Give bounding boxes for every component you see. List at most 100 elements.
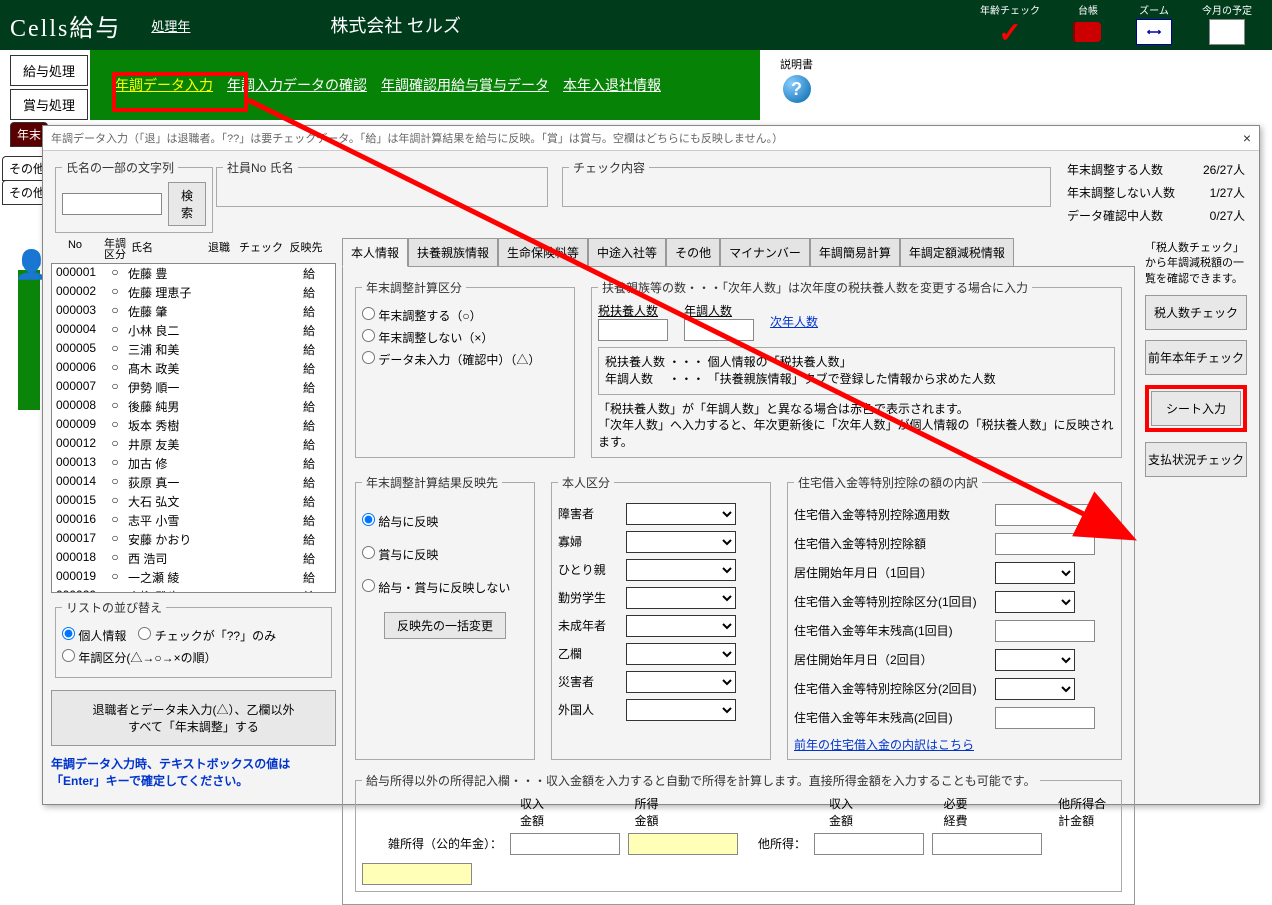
tab-strip: 本人情報扶養親族情報生命保険料等中途入社等その他マイナンバー年調簡易計算年調定額… bbox=[342, 237, 1135, 266]
self-kbn-select-3[interactable] bbox=[626, 587, 736, 609]
zoom-button[interactable]: ズーム ⟷ bbox=[1136, 2, 1172, 45]
housing-balance2-input[interactable] bbox=[995, 707, 1095, 729]
schedule-button[interactable]: 今月の予定 bbox=[1202, 2, 1252, 45]
list-item[interactable]: 000013○加古 修給 bbox=[52, 454, 335, 473]
counts-panel: 年末調整する人数26/27人 年末調整しない人数1/27人 データ確認中人数0/… bbox=[1061, 155, 1251, 237]
app-header: Cells給与 処理年 株式会社 セルズ 年齢チェック ✓ 台帳 ズーム ⟷ 今… bbox=[0, 0, 1272, 50]
next-year-count-link[interactable]: 次年人数 bbox=[770, 313, 818, 330]
bulk-reflect-button[interactable]: 反映先の一括変更 bbox=[384, 612, 506, 639]
self-kbn-select-7[interactable] bbox=[626, 699, 736, 721]
list-item[interactable]: 000002○佐藤 理恵子給 bbox=[52, 283, 335, 302]
housing-deduction-input[interactable] bbox=[995, 533, 1095, 555]
company-name: 株式会社 セルズ bbox=[330, 12, 461, 38]
yearend-count-input[interactable] bbox=[684, 319, 754, 341]
self-kbn-select-5[interactable] bbox=[626, 643, 736, 665]
nav-confirm-input[interactable]: 年調入力データの確認 bbox=[227, 75, 367, 95]
housing-count-input[interactable] bbox=[995, 504, 1095, 526]
pension-revenue-input[interactable] bbox=[510, 833, 620, 855]
sort-check-radio[interactable]: チェックが「??」のみ bbox=[138, 629, 276, 643]
sort-kbn-radio[interactable]: 年調区分(△→○→×の順） bbox=[62, 651, 217, 665]
sort-fieldset: リストの並び替え 個人情報 チェックが「??」のみ 年調区分(△→○→×の順） bbox=[55, 599, 332, 678]
list-item[interactable]: 000003○佐藤 肇給 bbox=[52, 302, 335, 321]
nav-salary-bonus-data[interactable]: 年調確認用給与賞与データ bbox=[381, 75, 549, 95]
tab-6[interactable]: 年調簡易計算 bbox=[810, 238, 900, 267]
calc-dont-radio[interactable]: 年末調整しない（×） bbox=[362, 331, 493, 345]
salary-process-button[interactable]: 給与処理 bbox=[10, 55, 88, 86]
list-item[interactable]: 000012○井原 友美給 bbox=[52, 435, 335, 454]
prev-current-check-button[interactable]: 前年本年チェック bbox=[1145, 340, 1247, 375]
list-item[interactable]: 000005○三浦 和美給 bbox=[52, 340, 335, 359]
data-entry-dialog: 年調データ入力（「退」は退職者。「??」は要チェックデータ。「給」は年調計算結果… bbox=[42, 125, 1260, 805]
pension-income-input[interactable] bbox=[628, 833, 738, 855]
processing-year-label[interactable]: 処理年 bbox=[151, 16, 190, 35]
yearend-nav: 年調データ入力 年調入力データの確認 年調確認用給与賞与データ 本年入退社情報 bbox=[90, 50, 760, 120]
tax-dependents-input[interactable] bbox=[598, 319, 668, 341]
list-item[interactable]: 000020○小柳 雅也給 bbox=[52, 587, 335, 593]
housing-date2-select[interactable] bbox=[995, 649, 1075, 671]
tax-count-check-button[interactable]: 税人数チェック bbox=[1145, 295, 1247, 330]
list-item[interactable]: 000004○小林 良二給 bbox=[52, 321, 335, 340]
other-expense-input[interactable] bbox=[932, 833, 1042, 855]
other-revenue-input[interactable] bbox=[814, 833, 924, 855]
reflect-none-radio[interactable]: 給与・賞与に反映しない bbox=[362, 581, 510, 595]
nav-data-entry[interactable]: 年調データ入力 bbox=[115, 75, 213, 95]
housing-kbn1-select[interactable] bbox=[995, 591, 1075, 613]
list-item[interactable]: 000007○伊勢 順一給 bbox=[52, 378, 335, 397]
list-item[interactable]: 000008○後藤 純男給 bbox=[52, 397, 335, 416]
bonus-process-button[interactable]: 賞与処理 bbox=[10, 89, 88, 120]
list-item[interactable]: 000001○佐藤 豊給 bbox=[52, 264, 335, 283]
prev-year-housing-link[interactable]: 前年の住宅借入金の内訳はこちら bbox=[794, 738, 974, 752]
tab-5[interactable]: マイナンバー bbox=[720, 238, 810, 267]
employee-listbox[interactable]: 000001○佐藤 豊給000002○佐藤 理恵子給000003○佐藤 肇給00… bbox=[51, 263, 336, 593]
reflect-bonus-radio[interactable]: 賞与に反映 bbox=[362, 548, 438, 562]
ledger-button[interactable]: 台帳 bbox=[1070, 2, 1106, 45]
list-item[interactable]: 000019○一之瀬 綾給 bbox=[52, 568, 335, 587]
name-search-input[interactable] bbox=[62, 193, 162, 215]
other-total-input[interactable] bbox=[362, 863, 472, 885]
list-item[interactable]: 000006○髙木 政美給 bbox=[52, 359, 335, 378]
tab-7[interactable]: 年調定額減税情報 bbox=[900, 238, 1014, 267]
housing-balance1-input[interactable] bbox=[995, 620, 1095, 642]
self-kbn-select-0[interactable] bbox=[626, 503, 736, 525]
sheet-input-button[interactable]: シート入力 bbox=[1151, 391, 1241, 426]
close-button[interactable]: × bbox=[1243, 130, 1251, 146]
self-kbn-select-2[interactable] bbox=[626, 559, 736, 581]
self-kbn-select-6[interactable] bbox=[626, 671, 736, 693]
tab-3[interactable]: 中途入社等 bbox=[588, 238, 666, 267]
sort-personal-radio[interactable]: 個人情報 bbox=[62, 629, 126, 643]
right-panel-note: 「税人数チェック」から年調減税額の一覧を確認できます。 bbox=[1145, 241, 1247, 287]
employee-list-header: No 年調 区分 氏名 退職 チェック 反映先 bbox=[51, 237, 336, 263]
list-item[interactable]: 000018○西 浩司給 bbox=[52, 549, 335, 568]
housing-kbn2-select[interactable] bbox=[995, 678, 1075, 700]
tab-1[interactable]: 扶養親族情報 bbox=[408, 238, 498, 267]
age-check-button[interactable]: 年齢チェック ✓ bbox=[980, 2, 1040, 45]
search-button[interactable]: 検索 bbox=[168, 182, 206, 226]
self-kbn-select-1[interactable] bbox=[626, 531, 736, 553]
calendar-icon bbox=[1209, 19, 1245, 45]
list-item[interactable]: 000017○安藤 かおり給 bbox=[52, 530, 335, 549]
housing-date1-select[interactable] bbox=[995, 562, 1075, 584]
reflect-salary-radio[interactable]: 給与に反映 bbox=[362, 515, 438, 529]
self-kbn-select-4[interactable] bbox=[626, 615, 736, 637]
tab-4[interactable]: その他 bbox=[666, 238, 720, 267]
dependents-fieldset: 扶養親族等の数・・・「次年人数」は次年度の税扶養人数を変更する場合に入力 税扶養… bbox=[591, 279, 1122, 458]
app-logo: Cells給与 bbox=[10, 8, 121, 43]
list-item[interactable]: 000014○荻原 真一給 bbox=[52, 473, 335, 492]
nav-join-leave[interactable]: 本年入退社情報 bbox=[563, 75, 661, 95]
tab-0[interactable]: 本人情報 bbox=[342, 238, 408, 267]
highlight-box-2: シート入力 bbox=[1145, 385, 1247, 432]
housing-fieldset: 住宅借入金等特別控除の額の内訳 住宅借入金等特別控除適用数 住宅借入金等特別控除… bbox=[787, 474, 1122, 760]
tab-2[interactable]: 生命保険料等 bbox=[498, 238, 588, 267]
search-fieldset: 氏名の一部の文字列 検索 bbox=[55, 159, 213, 233]
self-kbn-fieldset: 本人区分 障害者寡婦ひとり親勤労学生未成年者乙欄災害者外国人 bbox=[551, 474, 771, 760]
payment-status-check-button[interactable]: 支払状況チェック bbox=[1145, 442, 1247, 477]
bulk-yearend-button[interactable]: 退職者とデータ未入力(△）、乙欄以外 すべて「年末調整」する bbox=[51, 690, 336, 746]
reflect-fieldset: 年末調整計算結果反映先 給与に反映 賞与に反映 給与・賞与に反映しない 反映先の… bbox=[355, 474, 535, 760]
help-icon: ? bbox=[783, 75, 811, 103]
list-item[interactable]: 000009○坂本 秀樹給 bbox=[52, 416, 335, 435]
list-item[interactable]: 000016○志平 小雪給 bbox=[52, 511, 335, 530]
manual-button[interactable]: 説明書 ? bbox=[780, 56, 813, 103]
calc-do-radio[interactable]: 年末調整する（○） bbox=[362, 309, 482, 323]
list-item[interactable]: 000015○大石 弘文給 bbox=[52, 492, 335, 511]
calc-pending-radio[interactable]: データ未入力（確認中）（△） bbox=[362, 353, 540, 367]
